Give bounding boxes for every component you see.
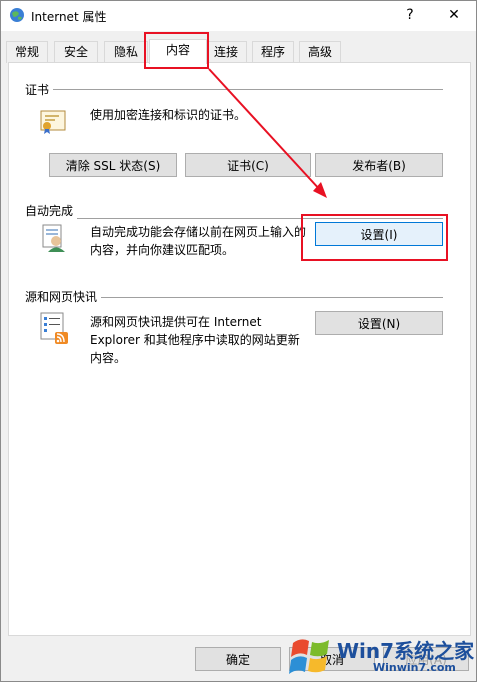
tab-strip: 常规 安全 隐私 内容 连接 程序 高级 bbox=[1, 39, 476, 64]
certificates-button[interactable]: 证书(C) bbox=[185, 153, 311, 177]
feeds-group-title: 源和网页快讯 bbox=[25, 288, 102, 305]
close-button[interactable]: ✕ bbox=[443, 5, 465, 25]
help-button[interactable]: ? bbox=[399, 5, 421, 25]
watermark-url: Winwin7.com bbox=[373, 661, 456, 674]
autocomplete-group-title: 自动完成 bbox=[25, 202, 78, 219]
window-title: Internet 属性 bbox=[31, 10, 107, 24]
feeds-description-line2: Explorer 和其他程序中读取的网站更新 bbox=[90, 333, 300, 347]
tab-content[interactable]: 内容 bbox=[149, 39, 207, 64]
autocomplete-divider bbox=[31, 218, 443, 219]
feeds-icon bbox=[40, 312, 68, 344]
watermark-brand: Win7系统之家 bbox=[337, 639, 475, 663]
tab-advanced[interactable]: 高级 bbox=[299, 41, 341, 63]
clear-ssl-state-button[interactable]: 清除 SSL 状态(S) bbox=[49, 153, 177, 177]
windows-logo-icon bbox=[289, 639, 329, 674]
certificates-group-title: 证书 bbox=[25, 81, 54, 98]
feeds-settings-button[interactable]: 设置(N) bbox=[315, 311, 443, 335]
autocomplete-icon bbox=[42, 224, 65, 252]
autocomplete-description-line1: 自动完成功能会存储以前在网页上输入的 bbox=[90, 225, 307, 239]
autocomplete-settings-button[interactable]: 设置(I) bbox=[315, 222, 443, 246]
feeds-description-line3: 内容。 bbox=[90, 351, 127, 365]
watermark: Win7系统之家 Winwin7.com bbox=[285, 631, 475, 681]
content-tab-panel: 证书 使用加密连接和标识的证书。 清除 SSL 状态(S) 证书(C) 发布者(… bbox=[8, 62, 471, 636]
tab-security[interactable]: 安全 bbox=[54, 41, 98, 63]
tab-programs[interactable]: 程序 bbox=[252, 41, 294, 63]
title-bar: Internet 属性 ? ✕ bbox=[1, 1, 476, 31]
tab-privacy[interactable]: 隐私 bbox=[104, 41, 148, 63]
internet-properties-dialog: Internet 属性 ? ✕ 常规 安全 隐私 内容 连接 程序 高级 证书 … bbox=[0, 0, 477, 682]
publishers-button[interactable]: 发布者(B) bbox=[315, 153, 443, 177]
autocomplete-description-line2: 内容，并向你建议匹配项。 bbox=[90, 243, 235, 257]
certificates-divider bbox=[31, 89, 443, 90]
feeds-description-line1: 源和网页快讯提供可在 Internet bbox=[90, 315, 262, 329]
tab-connections[interactable]: 连接 bbox=[205, 41, 247, 63]
certificates-description: 使用加密连接和标识的证书。 bbox=[90, 108, 247, 122]
ok-button[interactable]: 确定 bbox=[195, 647, 281, 671]
internet-options-icon bbox=[10, 8, 24, 22]
tab-general[interactable]: 常规 bbox=[6, 41, 48, 63]
certificate-icon bbox=[40, 110, 66, 134]
